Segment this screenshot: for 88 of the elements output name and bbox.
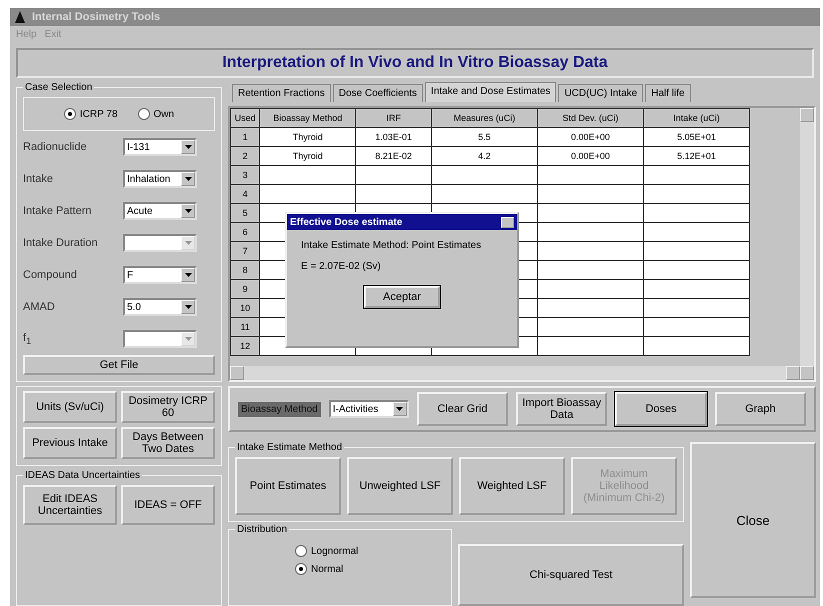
table-cell: 5.12E+01: [643, 146, 750, 166]
tab[interactable]: Half life: [645, 84, 691, 102]
group-label: Case Selection: [24, 82, 94, 93]
chi-squared-test-button[interactable]: Chi-squared Test: [458, 544, 684, 606]
field-label: Intake Pattern: [23, 205, 92, 217]
dropdown-field[interactable]: F: [123, 266, 197, 284]
table-cell: 1.03E-01: [356, 128, 432, 146]
table-cell: 1: [230, 128, 260, 146]
column-header: Intake (uCi): [643, 108, 750, 128]
close-button[interactable]: Close: [690, 442, 816, 598]
table-cell: 3: [230, 166, 260, 184]
radio-label: Own: [154, 108, 174, 120]
column-header: Measures (uCi): [431, 108, 538, 128]
dropdown-field[interactable]: Acute: [123, 202, 197, 220]
dropdown-arrow-icon[interactable]: [184, 273, 192, 277]
table-cell: 2: [230, 146, 260, 166]
table-cell: Thyroid: [260, 128, 356, 146]
method-button[interactable]: Weighted LSF: [459, 457, 565, 515]
group-label: Distribution: [236, 524, 288, 535]
table-cell: 0.00E+00: [537, 128, 644, 146]
table-cell: 5.05E+01: [643, 128, 750, 146]
field-label: f$_{1}$: [23, 332, 32, 346]
table-cell: 12: [230, 336, 260, 356]
tab[interactable]: UCD(UC) Intake: [558, 84, 644, 102]
column-header: Std Dev. (uCi): [537, 108, 644, 128]
dropdown-field[interactable]: 5.0: [123, 298, 197, 316]
table-cell: 0.00E+00: [537, 146, 644, 166]
table-cell: 6: [230, 222, 260, 242]
radio-button[interactable]: [138, 108, 150, 120]
header-title: Interpretation of In Vivo and In Vitro Bioassay Data: [222, 54, 608, 72]
dropdown-arrow-icon[interactable]: [184, 145, 192, 149]
dropdown-field[interactable]: Inhalation: [123, 170, 197, 188]
app-icon: [14, 11, 26, 23]
table-cell: 8.21E-02: [356, 146, 432, 166]
radio-button[interactable]: [295, 545, 307, 557]
bioassay-method-label: Bioassay Method: [238, 402, 321, 416]
table-cell: Thyroid: [260, 146, 356, 166]
grid-button[interactable]: Import Bioassay Data: [516, 392, 608, 426]
radio-button[interactable]: [64, 108, 76, 120]
get-file-button[interactable]: Get File: [23, 355, 215, 375]
radio-label: Lognormal: [311, 546, 358, 556]
field-label: AMAD: [23, 301, 56, 313]
table-cell: 9: [230, 280, 260, 298]
method-button[interactable]: Unweighted LSF: [347, 457, 453, 515]
field-label: Intake Duration: [23, 237, 99, 249]
field-label: Radionuclide: [23, 141, 88, 153]
tool-button[interactable]: Dosimetry ICRP 60: [121, 391, 215, 423]
tab[interactable]: Intake and Dose Estimates: [424, 82, 556, 102]
table-cell: 8: [230, 260, 260, 280]
ideas-button[interactable]: Edit IDEAS Uncertainties: [23, 485, 117, 525]
method-button[interactable]: Point Estimates: [235, 457, 341, 515]
column-header: Bioassay Method: [260, 108, 356, 128]
column-header: Used: [230, 108, 260, 128]
dropdown-arrow-icon[interactable]: [396, 407, 404, 411]
radio-label: Normal: [311, 564, 344, 574]
dialog-text: E = 2.07E-02 (Sv): [300, 260, 382, 272]
grid-button[interactable]: Graph: [714, 392, 806, 426]
dialog-text: Intake Estimate Method: Point Estimates: [300, 239, 482, 251]
column-header: IRF: [356, 108, 432, 128]
tool-button[interactable]: Days Between Two Dates: [121, 427, 215, 459]
grid-button[interactable]: Clear Grid: [416, 392, 508, 426]
table-cell: 11: [230, 318, 260, 336]
table-cell: 4.2: [431, 146, 538, 166]
table-cell: 4: [230, 184, 260, 204]
table-cell: 7: [230, 242, 260, 260]
radio-button[interactable]: [295, 563, 307, 575]
group-label: Intake Estimate Method: [236, 442, 344, 453]
dropdown-field[interactable]: I-Activities: [328, 400, 409, 418]
field-label: Intake: [23, 173, 54, 185]
accept-button[interactable]: Aceptar: [364, 286, 440, 308]
dropdown-arrow-icon[interactable]: [184, 209, 192, 213]
dropdown-field[interactable]: I-131: [123, 138, 197, 156]
tab[interactable]: Dose Coefficients: [332, 84, 423, 102]
dialog-title: Effective Dose estimate: [290, 216, 402, 228]
grid-button[interactable]: Doses: [615, 392, 707, 426]
radio-label: ICRP 78: [80, 108, 118, 120]
ideas-button[interactable]: IDEAS = OFF: [121, 485, 215, 525]
dropdown-arrow-icon[interactable]: [184, 177, 192, 181]
tool-button[interactable]: Units (Sv/uCi): [23, 391, 117, 423]
table-cell: 10: [230, 298, 260, 318]
field-label: Compound: [23, 269, 78, 281]
table-cell: 5: [230, 204, 260, 222]
table-cell: 5.5: [431, 128, 538, 146]
group-label: IDEAS Data Uncertainties: [24, 470, 142, 481]
dropdown-arrow-icon[interactable]: [184, 305, 192, 309]
window-title: Internal Dosimetry Tools: [32, 11, 160, 23]
tool-button[interactable]: Previous Intake: [23, 427, 117, 459]
tab[interactable]: Retention Fractions: [232, 84, 331, 102]
